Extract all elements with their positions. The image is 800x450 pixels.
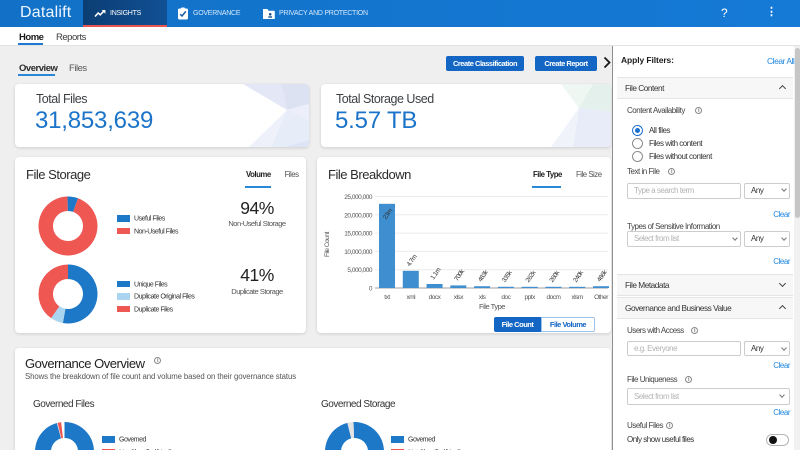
svg-text:xls: xls (479, 294, 487, 301)
svg-text:25,000,000: 25,000,000 (344, 194, 373, 201)
svg-text:5,000,000: 5,000,000 (347, 267, 372, 274)
svg-text:260k: 260k (548, 269, 561, 284)
svg-text:doc: doc (501, 294, 511, 301)
svg-text:xml: xml (406, 294, 416, 301)
svg-text:1.1m: 1.1m (429, 267, 442, 281)
svg-text:335k: 335k (501, 269, 514, 284)
svg-text:4.7m: 4.7m (406, 254, 419, 268)
svg-text:262k: 262k (525, 269, 538, 284)
svg-text:20,000,000: 20,000,000 (344, 212, 373, 219)
svg-text:240k: 240k (572, 269, 585, 284)
svg-text:pptx: pptx (524, 294, 536, 301)
svg-text:xlsx: xlsx (454, 294, 465, 301)
svg-text:10,000,000: 10,000,000 (344, 249, 373, 256)
svg-text:docx: docx (429, 294, 442, 301)
svg-text:txt: txt (384, 294, 390, 301)
svg-text:15,000,000: 15,000,000 (344, 231, 373, 238)
svg-text:Other: Other (594, 294, 609, 301)
svg-text:xlsm: xlsm (572, 294, 584, 301)
svg-text:483k: 483k (477, 268, 490, 283)
svg-text:0: 0 (369, 286, 373, 293)
svg-text:docm: docm (546, 294, 560, 301)
svg-text:File Count: File Count (324, 232, 331, 257)
svg-text:486k: 486k (596, 268, 609, 283)
